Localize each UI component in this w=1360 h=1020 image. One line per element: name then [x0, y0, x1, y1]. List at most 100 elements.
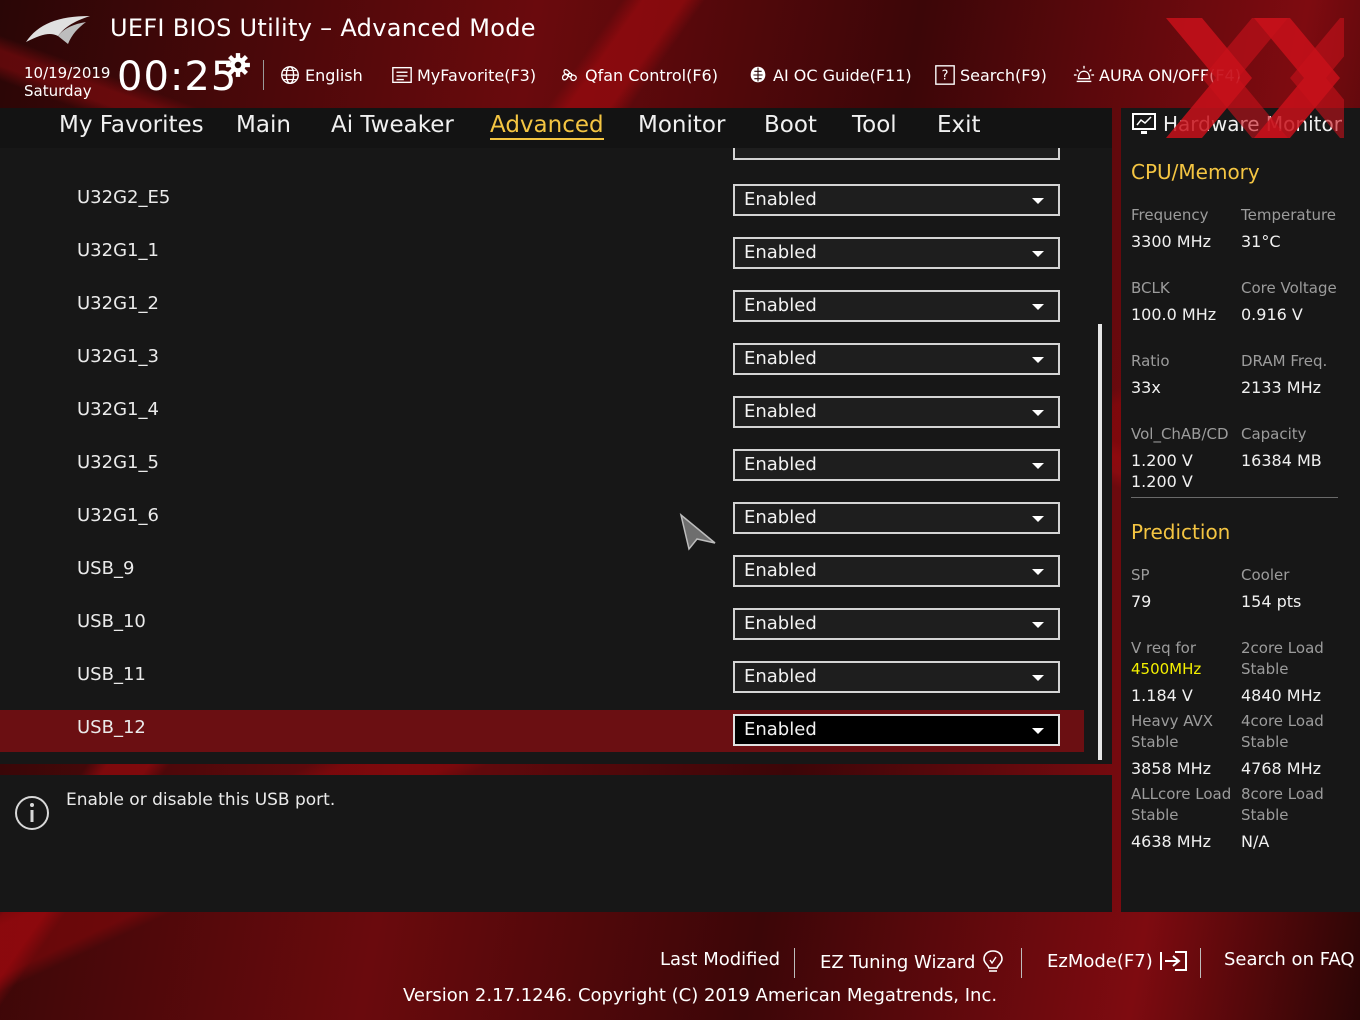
- usb-port-dropdown-partial[interactable]: [733, 148, 1060, 160]
- core4-stable-label: Stable: [1241, 733, 1289, 751]
- setting-label: USB_10: [77, 611, 146, 632]
- setting-dropdown[interactable]: Enabled: [733, 502, 1060, 534]
- rog-logo-icon: [26, 16, 90, 44]
- ratio-value: 33x: [1131, 378, 1161, 397]
- setting-label: U32G1_4: [77, 399, 159, 420]
- monitor-icon: [1132, 113, 1156, 134]
- allcore-stable-label: Stable: [1131, 806, 1179, 824]
- heavy-avx-label: Heavy AVX: [1131, 712, 1214, 730]
- setting-label: U32G1_1: [77, 240, 159, 261]
- cooler-value: 154 pts: [1241, 592, 1302, 611]
- tab-exit[interactable]: Exit: [937, 112, 981, 138]
- tab-my-favorites[interactable]: My Favorites: [59, 112, 204, 138]
- setting-dropdown[interactable]: Enabled: [733, 661, 1060, 693]
- footer-separator: [794, 948, 795, 978]
- vol-chab-value: 1.200 V: [1131, 451, 1193, 470]
- search-on-faq-button[interactable]: Search on FAQ: [1224, 949, 1355, 970]
- dropdown-value: Enabled: [744, 507, 817, 528]
- caret-down-icon: [1032, 728, 1044, 734]
- setting-dropdown[interactable]: Enabled: [733, 396, 1060, 428]
- setting-dropdown[interactable]: Enabled: [733, 290, 1060, 322]
- tab-boot[interactable]: Boot: [764, 112, 817, 138]
- tab-advanced[interactable]: Advanced: [490, 112, 604, 140]
- vol-chab-cd-label: Vol_ChAB/CD: [1131, 425, 1229, 443]
- tab-ai-tweaker[interactable]: Ai Tweaker: [331, 112, 454, 138]
- bclk-value: 100.0 MHz: [1131, 305, 1217, 324]
- qfan-control-label: Qfan Control(F6): [585, 65, 718, 85]
- ez-tuning-wizard-label: EZ Tuning Wizard: [820, 951, 976, 973]
- temperature-value: 31°C: [1241, 232, 1281, 251]
- setting-dropdown[interactable]: Enabled: [733, 608, 1060, 640]
- caret-down-icon: [1032, 569, 1044, 575]
- setting-dropdown-selected[interactable]: Enabled: [733, 714, 1060, 746]
- myfavorite-button[interactable]: MyFavorite(F3): [391, 62, 536, 88]
- caret-down-icon: [1032, 463, 1044, 469]
- ezmode-button[interactable]: EzMode(F7): [1047, 949, 1189, 973]
- aura-light-icon: [1073, 65, 1095, 83]
- dropdown-value: Enabled: [744, 719, 817, 740]
- setting-label: USB_9: [77, 558, 135, 579]
- setting-dropdown[interactable]: Enabled: [733, 449, 1060, 481]
- svg-text:?: ?: [942, 69, 949, 84]
- temperature-label: Temperature: [1241, 206, 1337, 224]
- setting-label: U32G1_3: [77, 346, 159, 367]
- footer-separator: [1200, 948, 1201, 978]
- dropdown-value: Enabled: [744, 242, 817, 263]
- setting-label: U32G2_E5: [77, 187, 171, 208]
- sp-value: 79: [1131, 592, 1152, 611]
- language-button[interactable]: English: [279, 62, 363, 88]
- setting-dropdown[interactable]: Enabled: [733, 237, 1060, 269]
- last-modified-button[interactable]: Last Modified: [660, 949, 780, 970]
- heavy-avx-stable-label: Stable: [1131, 733, 1179, 751]
- core8-load-label: 8core Load: [1241, 785, 1324, 803]
- settings-panel: U32G2_E5 Enabled U32G1_1 Enabled U32G1_2…: [0, 148, 1112, 764]
- setting-dropdown[interactable]: Enabled: [733, 184, 1060, 216]
- version-text: Version 2.17.1246. Copyright (C) 2019 Am…: [403, 985, 998, 1006]
- setting-label: U32G1_6: [77, 505, 159, 526]
- ai-brain-icon: [750, 66, 766, 83]
- caret-down-icon: [1032, 516, 1044, 522]
- caret-down-icon: [1032, 198, 1044, 204]
- prediction-heading: Prediction: [1131, 520, 1231, 544]
- ezmode-label: EzMode(F7): [1047, 950, 1153, 972]
- tab-tool[interactable]: Tool: [852, 112, 897, 138]
- capacity-label: Capacity: [1241, 425, 1307, 443]
- vreq-frequency: 4500MHz: [1131, 660, 1202, 678]
- search-on-faq-label: Search on FAQ: [1224, 949, 1355, 970]
- qfan-control-button[interactable]: Qfan Control(F6): [559, 62, 718, 88]
- ai-oc-guide-button[interactable]: AI OC Guide(F11): [747, 62, 912, 88]
- help-text: Enable or disable this USB port.: [66, 790, 336, 810]
- search-button[interactable]: ? Search(F9): [934, 62, 1047, 88]
- vol-chcd-value: 1.200 V: [1131, 472, 1193, 491]
- fan-icon: [561, 69, 577, 82]
- tab-monitor[interactable]: Monitor: [638, 112, 725, 138]
- ai-oc-guide-label: AI OC Guide(F11): [773, 65, 912, 85]
- vreq-value: 1.184 V: [1131, 686, 1193, 705]
- setting-dropdown[interactable]: Enabled: [733, 343, 1060, 375]
- dropdown-value: Enabled: [744, 401, 817, 422]
- globe-icon: [281, 66, 299, 84]
- clock-display: 00:25: [117, 54, 238, 100]
- dropdown-value: Enabled: [744, 348, 817, 369]
- gear-icon[interactable]: [225, 52, 251, 78]
- core8-stable-label: Stable: [1241, 806, 1289, 824]
- scrollbar[interactable]: [1098, 324, 1102, 760]
- tab-main[interactable]: Main: [236, 112, 291, 138]
- frequency-value: 3300 MHz: [1131, 232, 1212, 251]
- caret-down-icon: [1032, 410, 1044, 416]
- dropdown-value: Enabled: [744, 613, 817, 634]
- ez-tuning-wizard-button[interactable]: EZ Tuning Wizard: [820, 949, 1005, 975]
- question-icon: ?: [935, 65, 955, 85]
- core-voltage-label: Core Voltage: [1241, 279, 1337, 297]
- frequency-label: Frequency: [1131, 206, 1209, 224]
- core2-stable-label: Stable: [1241, 660, 1289, 678]
- dram-freq-value: 2133 MHz: [1241, 378, 1322, 397]
- favorites-list-icon: [392, 66, 412, 84]
- allcore-load-label: ALLcore Load: [1131, 785, 1232, 803]
- caret-down-icon: [1032, 622, 1044, 628]
- setting-dropdown[interactable]: Enabled: [733, 555, 1060, 587]
- ratio-label: Ratio: [1131, 352, 1170, 370]
- language-label: English: [305, 65, 363, 85]
- dropdown-value: Enabled: [744, 560, 817, 581]
- day-display: Saturday: [24, 82, 92, 100]
